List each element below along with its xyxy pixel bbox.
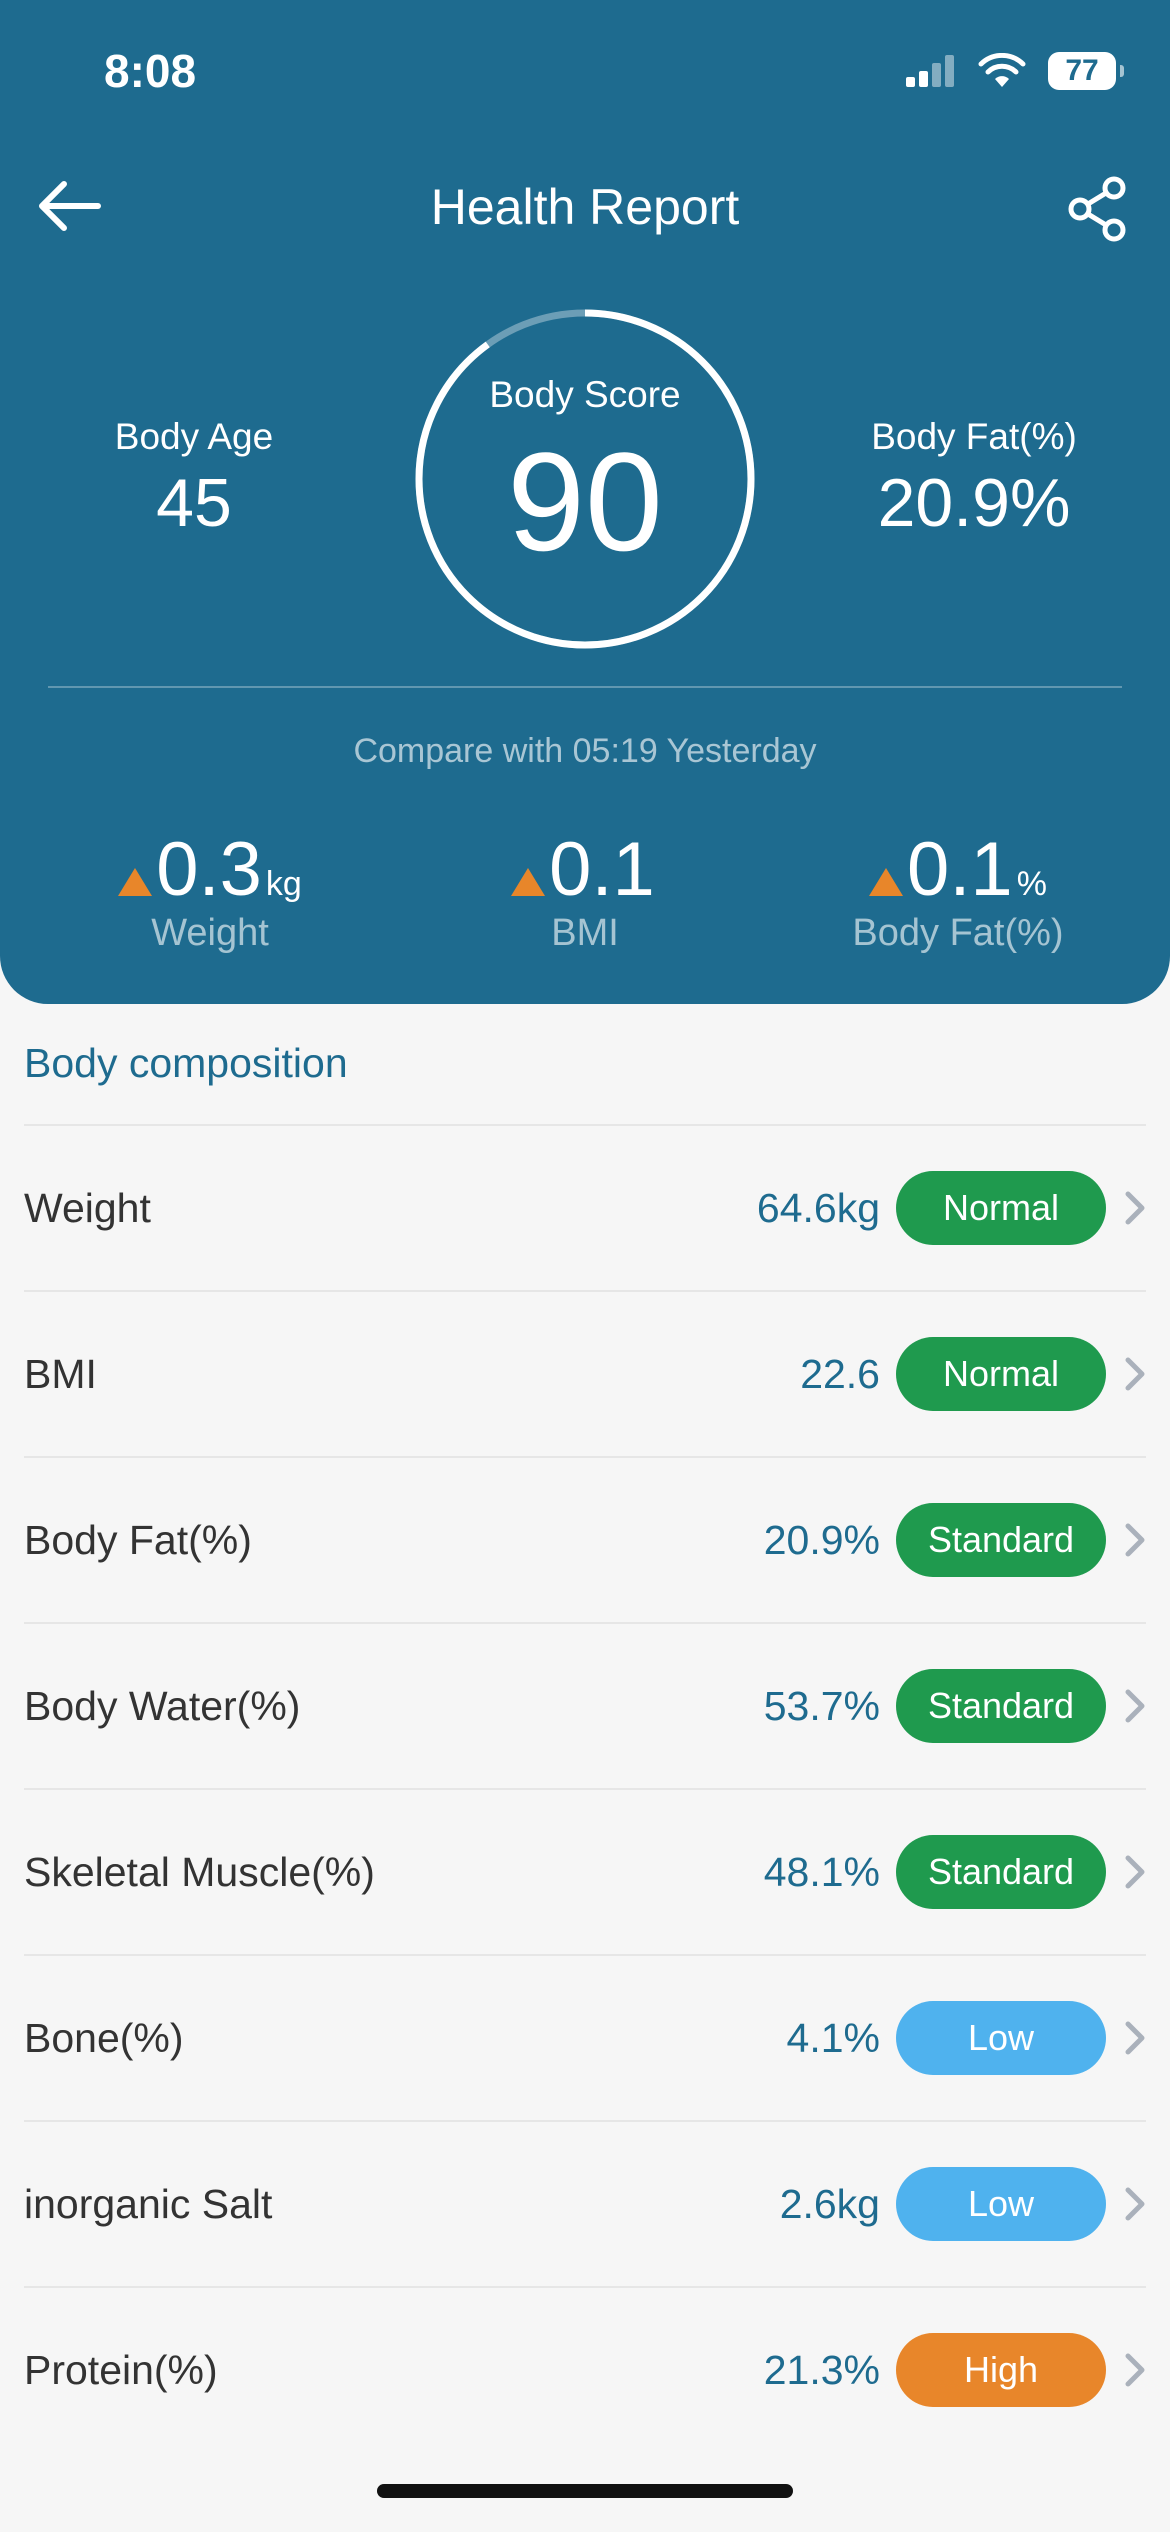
status-badge: Normal bbox=[896, 1171, 1106, 1245]
chevron-right-icon bbox=[1125, 1357, 1145, 1391]
status-badge: Normal bbox=[896, 1337, 1106, 1411]
wifi-icon bbox=[978, 53, 1026, 87]
delta-label: BMI bbox=[551, 912, 619, 954]
metric-value: 53.7% bbox=[763, 1682, 880, 1729]
metric-name: Protein(%) bbox=[24, 2346, 218, 2393]
body-score-label: Body Score bbox=[489, 374, 681, 415]
metric-name: Weight bbox=[24, 1184, 151, 1231]
list-item-skeletal-muscle[interactable]: Skeletal Muscle(%) 48.1% Standard bbox=[24, 1788, 1146, 1954]
delta-bmi: 0.1 BMI bbox=[405, 832, 765, 955]
metric-value: 2.6kg bbox=[779, 2180, 880, 2227]
body-fat-stat: Body Fat(%) 20.9% bbox=[824, 416, 1124, 542]
list-item-body-fat[interactable]: Body Fat(%) 20.9% Standard bbox=[24, 1456, 1146, 1622]
metric-value: 22.6 bbox=[800, 1350, 880, 1397]
body-fat-value: 20.9% bbox=[877, 465, 1071, 541]
status-badge: Low bbox=[896, 2167, 1106, 2241]
chevron-right-icon bbox=[1125, 1855, 1145, 1889]
status-badge: Standard bbox=[896, 1503, 1106, 1577]
list-item-bone[interactable]: Bone(%) 4.1% Low bbox=[24, 1954, 1146, 2120]
list-item-inorganic-salt[interactable]: inorganic Salt 2.6kg Low bbox=[24, 2120, 1146, 2286]
chevron-right-icon bbox=[1125, 2353, 1145, 2387]
header-divider bbox=[48, 686, 1122, 688]
status-badge: Standard bbox=[896, 1835, 1106, 1909]
up-arrow-icon bbox=[511, 868, 546, 896]
chevron-right-icon bbox=[1125, 1191, 1145, 1225]
metric-value: 48.1% bbox=[763, 1848, 880, 1895]
metric-name: BMI bbox=[24, 1350, 97, 1397]
list-item-weight[interactable]: Weight 64.6kg Normal bbox=[24, 1124, 1146, 1290]
share-icon[interactable] bbox=[1066, 176, 1130, 242]
metric-name: Body Fat(%) bbox=[24, 1516, 252, 1563]
status-time: 8:08 bbox=[104, 45, 197, 97]
delta-label: Weight bbox=[151, 912, 269, 954]
metric-value: 64.6kg bbox=[756, 1184, 880, 1231]
up-arrow-icon bbox=[118, 868, 153, 896]
metric-value: 4.1% bbox=[786, 2014, 880, 2061]
delta-value: 0.1 bbox=[549, 827, 655, 912]
compare-text: Compare with 05:19 Yesterday bbox=[353, 732, 817, 770]
chevron-right-icon bbox=[1125, 1523, 1145, 1557]
metric-name: inorganic Salt bbox=[24, 2180, 273, 2227]
signal-icon bbox=[906, 55, 954, 87]
status-badge: High bbox=[896, 2333, 1106, 2407]
chevron-right-icon bbox=[1125, 2021, 1145, 2055]
delta-unit: % bbox=[1016, 865, 1047, 903]
metric-value: 21.3% bbox=[763, 2346, 880, 2393]
list-item-protein[interactable]: Protein(%) 21.3% High bbox=[24, 2286, 1146, 2452]
status-badge: Low bbox=[896, 2001, 1106, 2075]
battery-level: 77 bbox=[1065, 54, 1099, 87]
chevron-right-icon bbox=[1125, 1689, 1145, 1723]
delta-value: 0.1 bbox=[907, 827, 1013, 912]
metric-name: Body Water(%) bbox=[24, 1682, 301, 1729]
page-title: Health Report bbox=[430, 179, 740, 235]
delta-body-fat: 0.1 % Body Fat(%) bbox=[778, 832, 1138, 955]
up-arrow-icon bbox=[869, 868, 904, 896]
home-indicator bbox=[377, 2484, 793, 2498]
delta-unit: kg bbox=[265, 865, 302, 903]
section-title: Body composition bbox=[24, 1040, 348, 1086]
body-composition-list: Weight 64.6kg Normal BMI 22.6 Normal Bod… bbox=[24, 1124, 1146, 2452]
delta-weight: 0.3 kg Weight bbox=[30, 832, 390, 955]
delta-label: Body Fat(%) bbox=[852, 912, 1064, 954]
metric-name: Bone(%) bbox=[24, 2014, 184, 2061]
body-fat-label: Body Fat(%) bbox=[871, 416, 1077, 457]
list-item-body-water[interactable]: Body Water(%) 53.7% Standard bbox=[24, 1622, 1146, 1788]
metric-value: 20.9% bbox=[763, 1516, 880, 1563]
chevron-right-icon bbox=[1125, 2187, 1145, 2221]
status-badge: Standard bbox=[896, 1669, 1106, 1743]
list-item-bmi[interactable]: BMI 22.6 Normal bbox=[24, 1290, 1146, 1456]
battery-icon: 77 bbox=[1048, 52, 1124, 90]
status-icons: 77 bbox=[904, 52, 1124, 90]
metric-name: Skeletal Muscle(%) bbox=[24, 1848, 375, 1895]
delta-value: 0.3 bbox=[156, 827, 262, 912]
report-header: 8:08 77 Health Report Body Age 45 Body S… bbox=[0, 0, 1170, 1004]
